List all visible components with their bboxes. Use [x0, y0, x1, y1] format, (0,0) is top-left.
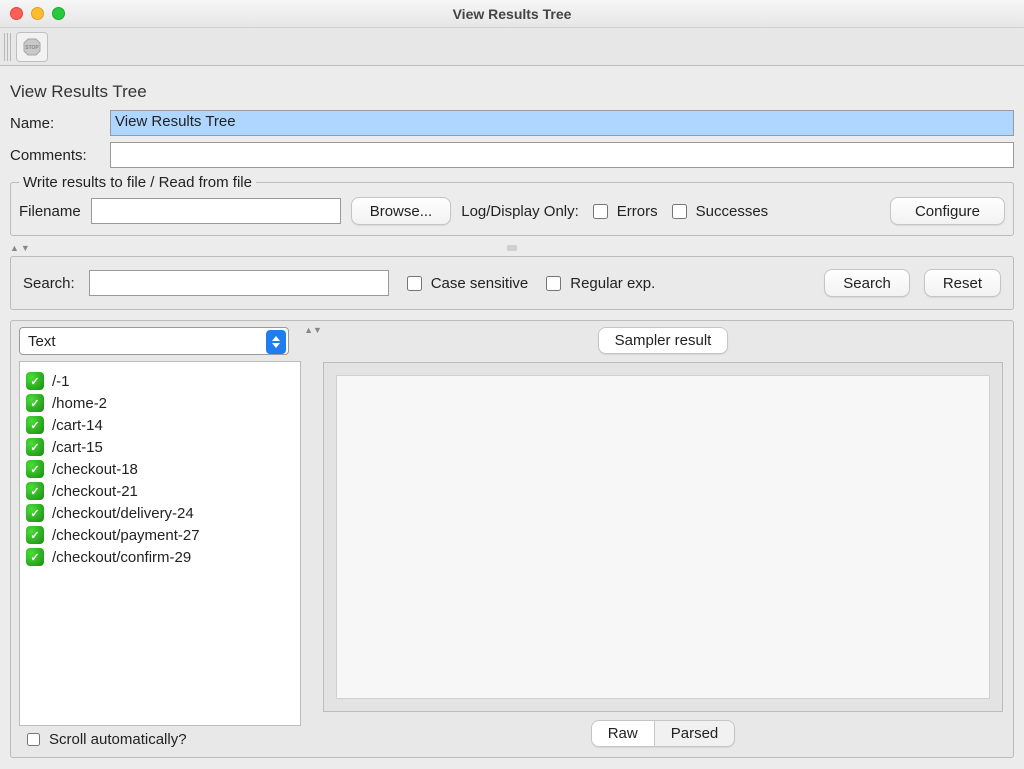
results-left-column: Text /-1/home-2/cart-14/cart-15/checkout…	[11, 321, 309, 757]
renderer-select-value: Text	[28, 333, 56, 350]
case-sensitive-checkbox[interactable]: Case sensitive	[403, 273, 529, 294]
result-tree-item[interactable]: /checkout-21	[26, 480, 294, 502]
write-results-legend: Write results to file / Read from file	[19, 174, 256, 191]
errors-checkbox-input[interactable]	[593, 204, 608, 219]
tab-parsed[interactable]: Parsed	[654, 721, 735, 746]
result-tree-item-label: /checkout-18	[52, 461, 138, 478]
configure-button[interactable]: Configure	[890, 197, 1005, 225]
page-title: View Results Tree	[10, 82, 1014, 102]
close-window-button[interactable]	[10, 7, 23, 20]
bottom-tab-group: Raw Parsed	[591, 720, 736, 747]
result-tree-item-label: /home-2	[52, 395, 107, 412]
result-tree-item[interactable]: /-1	[26, 370, 294, 392]
case-sensitive-label: Case sensitive	[431, 275, 529, 292]
result-tree-item-label: /checkout/payment-27	[52, 527, 200, 544]
success-icon	[26, 372, 44, 390]
window-controls	[10, 7, 65, 20]
success-icon	[26, 394, 44, 412]
results-area: Text /-1/home-2/cart-14/cart-15/checkout…	[10, 320, 1014, 758]
search-button[interactable]: Search	[824, 269, 910, 297]
toolbar: STOP	[0, 28, 1024, 66]
result-tree-item[interactable]: /home-2	[26, 392, 294, 414]
scroll-auto-checkbox[interactable]: Scroll automatically?	[19, 726, 309, 751]
search-input[interactable]	[89, 270, 389, 296]
successes-checkbox[interactable]: Successes	[668, 201, 769, 222]
comments-label: Comments:	[10, 147, 110, 164]
search-label: Search:	[23, 275, 75, 292]
logonly-label: Log/Display Only:	[461, 203, 579, 220]
vertical-splitter[interactable]: ▲▼	[309, 321, 317, 757]
result-tree-item[interactable]: /checkout/delivery-24	[26, 502, 294, 524]
results-right-column: Sampler result Raw Parsed	[317, 321, 1013, 757]
success-icon	[26, 438, 44, 456]
titlebar: View Results Tree	[0, 0, 1024, 28]
success-icon	[26, 416, 44, 434]
success-icon	[26, 460, 44, 478]
svg-text:STOP: STOP	[25, 45, 39, 51]
result-tree-item[interactable]: /checkout/payment-27	[26, 524, 294, 546]
result-tree-item-label: /cart-14	[52, 417, 103, 434]
successes-checkbox-input[interactable]	[672, 204, 687, 219]
result-tree-item-label: /checkout-21	[52, 483, 138, 500]
scroll-auto-label: Scroll automatically?	[49, 731, 187, 748]
zoom-window-button[interactable]	[52, 7, 65, 20]
result-tree-item[interactable]: /cart-15	[26, 436, 294, 458]
scroll-auto-checkbox-input[interactable]	[27, 733, 40, 746]
result-tree-item[interactable]: /checkout-18	[26, 458, 294, 480]
chevron-updown-icon	[266, 330, 286, 354]
result-tree-item-label: /-1	[52, 373, 70, 390]
regex-label: Regular exp.	[570, 275, 655, 292]
result-tree-item[interactable]: /cart-14	[26, 414, 294, 436]
result-tree-item-label: /checkout/confirm-29	[52, 549, 191, 566]
window-title: View Results Tree	[453, 6, 572, 22]
success-icon	[26, 482, 44, 500]
search-panel: Search: Case sensitive Regular exp. Sear…	[10, 256, 1014, 310]
toolbar-grip	[4, 33, 12, 61]
tab-sampler-result[interactable]: Sampler result	[599, 328, 728, 353]
results-tree[interactable]: /-1/home-2/cart-14/cart-15/checkout-18/c…	[19, 361, 301, 726]
success-icon	[26, 504, 44, 522]
name-input-value: View Results Tree	[115, 113, 236, 130]
renderer-select[interactable]: Text	[19, 327, 289, 355]
reset-button[interactable]: Reset	[924, 269, 1001, 297]
case-sensitive-checkbox-input[interactable]	[407, 276, 422, 291]
errors-checkbox-label: Errors	[617, 203, 658, 220]
successes-checkbox-label: Successes	[696, 203, 769, 220]
regex-checkbox[interactable]: Regular exp.	[542, 273, 655, 294]
success-icon	[26, 548, 44, 566]
browse-button[interactable]: Browse...	[351, 197, 452, 225]
result-tree-item-label: /cart-15	[52, 439, 103, 456]
tab-raw[interactable]: Raw	[592, 721, 654, 746]
comments-input[interactable]	[110, 142, 1014, 168]
success-icon	[26, 526, 44, 544]
errors-checkbox[interactable]: Errors	[589, 201, 658, 222]
filename-input[interactable]	[91, 198, 341, 224]
filename-label: Filename	[19, 203, 81, 220]
stop-button[interactable]: STOP	[16, 32, 48, 62]
top-tab-group: Sampler result	[598, 327, 729, 354]
name-label: Name:	[10, 115, 110, 132]
horizontal-splitter-1[interactable]: ▲▼	[0, 244, 1024, 252]
result-viewer-content	[336, 375, 990, 699]
name-input[interactable]: View Results Tree	[110, 110, 1014, 136]
result-viewer	[323, 362, 1003, 712]
stop-icon: STOP	[22, 37, 42, 57]
regex-checkbox-input[interactable]	[546, 276, 561, 291]
result-tree-item[interactable]: /checkout/confirm-29	[26, 546, 294, 568]
write-results-fieldset: Write results to file / Read from file F…	[10, 174, 1014, 236]
result-tree-item-label: /checkout/delivery-24	[52, 505, 194, 522]
minimize-window-button[interactable]	[31, 7, 44, 20]
